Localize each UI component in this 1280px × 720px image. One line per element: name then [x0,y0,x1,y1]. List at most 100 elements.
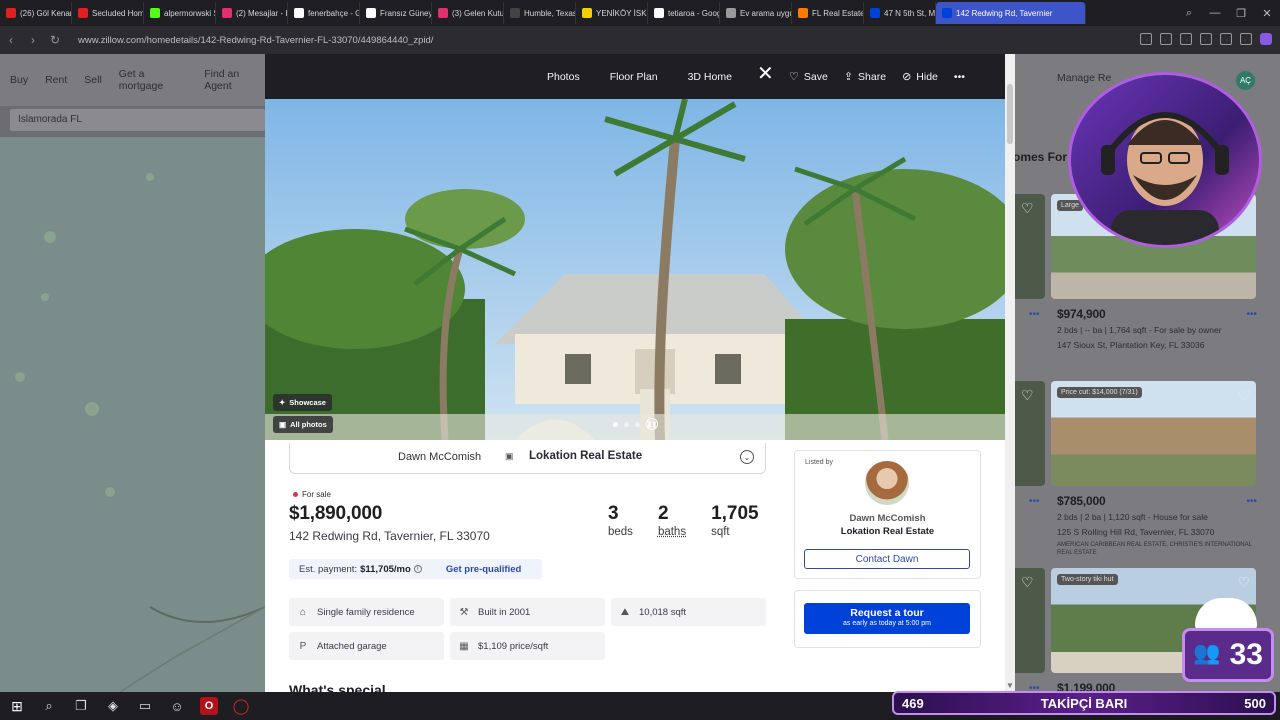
browser-tab[interactable]: (2) Mesajlar - H [216,2,288,24]
browser-tab-label: Humble, Texas [524,8,576,18]
request-tour-button[interactable]: Request a tour as early as today at 5:00… [804,603,970,634]
get-prequalified-link[interactable]: Get pre-qualified [446,564,521,575]
menu-icon[interactable] [1240,33,1252,45]
browser-tab-label: FL Real Estate [812,8,864,18]
file-explorer-icon[interactable]: ▭ [136,697,154,715]
browser-tab[interactable]: Secluded Home [72,2,144,24]
contact-agent-button[interactable]: Contact Dawn [804,549,970,569]
info-icon[interactable]: i [413,565,422,573]
browser-tab[interactable]: Ev arama uygul [720,2,792,24]
listing-photo[interactable]: ♡ [1015,194,1045,299]
sparkle-icon: ✦ [279,398,286,407]
all-photos-button[interactable]: ▣ All photos [273,416,333,433]
browser-tab[interactable]: Fransız Güney [360,2,432,24]
hammer-icon: ⚒ [459,606,469,618]
fact-parking: P Attached garage [289,632,444,660]
hero-photo[interactable]: ✦ Showcase ▣ All photos [265,99,1005,440]
user-avatar[interactable]: AÇ [1236,71,1255,90]
opera-gx-icon[interactable]: O [200,697,218,715]
tab-3d-home[interactable]: 3D Home [688,71,732,83]
more-icon[interactable]: ••• [1029,309,1040,320]
hide-button[interactable]: ⊘ Hide [902,70,938,84]
more-icon[interactable]: ••• [1029,496,1040,507]
listing-photo[interactable]: ♡ [1015,568,1045,673]
extensions-icon[interactable] [1220,33,1232,45]
browser-tab[interactable]: FL Real Estate [792,2,864,24]
profile-icon[interactable] [1260,33,1272,45]
more-options-button[interactable]: ••• [954,71,965,83]
browser-tab[interactable]: 142 Redwing Rd, Tavernier [936,2,1086,24]
baths-stat[interactable]: 2 baths [658,503,686,538]
shield-icon[interactable] [1200,33,1212,45]
more-icon[interactable]: ••• [1246,496,1257,507]
heart-icon[interactable]: ♡ [1021,200,1034,217]
carousel-dot[interactable] [613,421,618,427]
sidebar-icon[interactable] [1140,33,1152,45]
maximize-icon[interactable]: ❐ [1228,7,1254,20]
carousel-dot[interactable] [635,421,640,427]
heart-icon[interactable]: ♡ [1237,387,1250,404]
chevron-down-icon[interactable]: ⌄ [740,450,754,464]
windows-start-icon[interactable]: ⊞ [8,697,26,715]
back-icon[interactable]: ‹ [0,33,22,47]
opera-icon[interactable]: ◯ [232,697,250,715]
est-payment-label: Est. payment: [299,563,358,575]
pause-icon[interactable]: ❚❚ [646,418,658,430]
agent-bar[interactable]: Dawn McComish ▣ Lokation Real Estate ⌄ [289,443,766,474]
photo-carousel-dots[interactable]: ❚❚ [613,418,658,430]
url-field[interactable]: www.zillow.com/homedetails/142-Redwing-R… [78,35,433,46]
manage-rentals-link[interactable]: Manage Re [1057,72,1111,84]
copilot-icon[interactable]: ◈ [104,697,122,715]
browser-tab[interactable]: Humble, Texas [504,2,576,24]
browser-tab[interactable]: tetiaroa - Goog [648,2,720,24]
heart-icon[interactable]: ♡ [1237,574,1250,591]
browser-tab[interactable]: 47 N 5th St, Mi [864,2,936,24]
nav-buy[interactable]: Buy [10,74,28,86]
listed-by-label: Listed by [805,459,834,466]
map[interactable] [0,137,265,692]
more-icon[interactable]: ••• [1246,309,1257,320]
nav-rent[interactable]: Rent [45,74,67,86]
forward-icon[interactable]: › [22,33,44,47]
reload-icon[interactable]: ↻ [44,33,66,47]
carousel-dot[interactable] [624,421,629,427]
bookmark-icon [798,8,808,18]
close-window-icon[interactable]: ✕ [1254,7,1280,20]
nav-sell[interactable]: Sell [84,74,102,86]
share-button[interactable]: ⇪ Share [844,70,886,84]
edit-icon[interactable] [1160,33,1172,45]
baths-label[interactable]: baths [658,526,686,538]
tab-photos[interactable]: Photos [547,71,580,83]
map-features [15,173,265,692]
camera-icon[interactable] [1180,33,1192,45]
task-view-icon[interactable]: ❐ [72,697,90,715]
fact-text: 10,018 sqft [639,606,687,618]
browser-tab[interactable]: (3) Gelen Kutus [432,2,504,24]
heart-icon[interactable]: ♡ [1021,574,1034,591]
sqft-label: sqft [711,526,730,538]
heart-icon[interactable]: ♡ [1021,387,1034,404]
save-button[interactable]: ♡ Save [789,70,828,84]
close-modal-button[interactable]: ✕ [757,64,774,84]
listing-photo[interactable]: ♡ [1015,381,1045,486]
nav-mortgage[interactable]: Get a mortgage [119,68,187,92]
home-details-modal: Photos Floor Plan 3D Home ♡ Save ⇪ Share ⊘… [265,54,1015,692]
scrollbar-thumb[interactable] [1007,84,1013,144]
browser-tab[interactable]: (26) Göl Kenarı [0,2,72,24]
minimize-icon[interactable]: — [1202,7,1228,19]
listing-card[interactable]: ♡ Price cut: $14,000 (7/31) ♡ ••• $785,0… [1015,381,1265,556]
modal-scrollbar[interactable]: ▼ [1005,54,1015,692]
listing-photo[interactable]: Price cut: $14,000 (7/31) ♡ [1051,381,1256,486]
search-icon[interactable]: ⌕ [40,697,58,715]
browser-tab[interactable]: fenerbahçe - G [288,2,360,24]
scroll-down-icon[interactable]: ▼ [1006,681,1014,690]
nav-find-agent[interactable]: Find an Agent [204,68,265,92]
search-tabs-icon[interactable]: ⌕ [1176,7,1202,20]
browser-tab[interactable]: alpermorwski S [144,2,216,24]
discord-icon[interactable]: ☺ [168,697,186,715]
letters-icon [510,8,520,18]
tab-floor-plan[interactable]: Floor Plan [610,71,658,83]
location-search-input[interactable]: Islamorada FL [10,109,265,131]
all-photos-label: All photos [290,420,327,429]
browser-tab[interactable]: YENİKÖY İSKEL [576,2,648,24]
